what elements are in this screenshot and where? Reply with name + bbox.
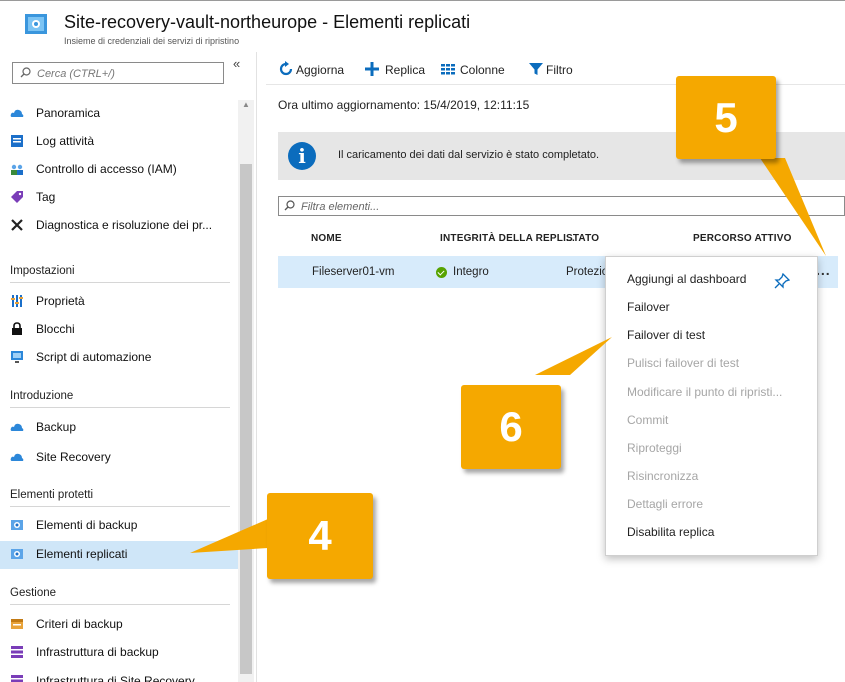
callout-badge-6: 6 xyxy=(461,385,561,469)
callout-badge-5: 5 xyxy=(676,76,776,159)
callout-arrow-4 xyxy=(190,519,268,553)
callout-badge-4: 4 xyxy=(267,493,373,579)
callout-arrow-5 xyxy=(760,158,826,256)
callout-arrow-6 xyxy=(535,337,612,375)
